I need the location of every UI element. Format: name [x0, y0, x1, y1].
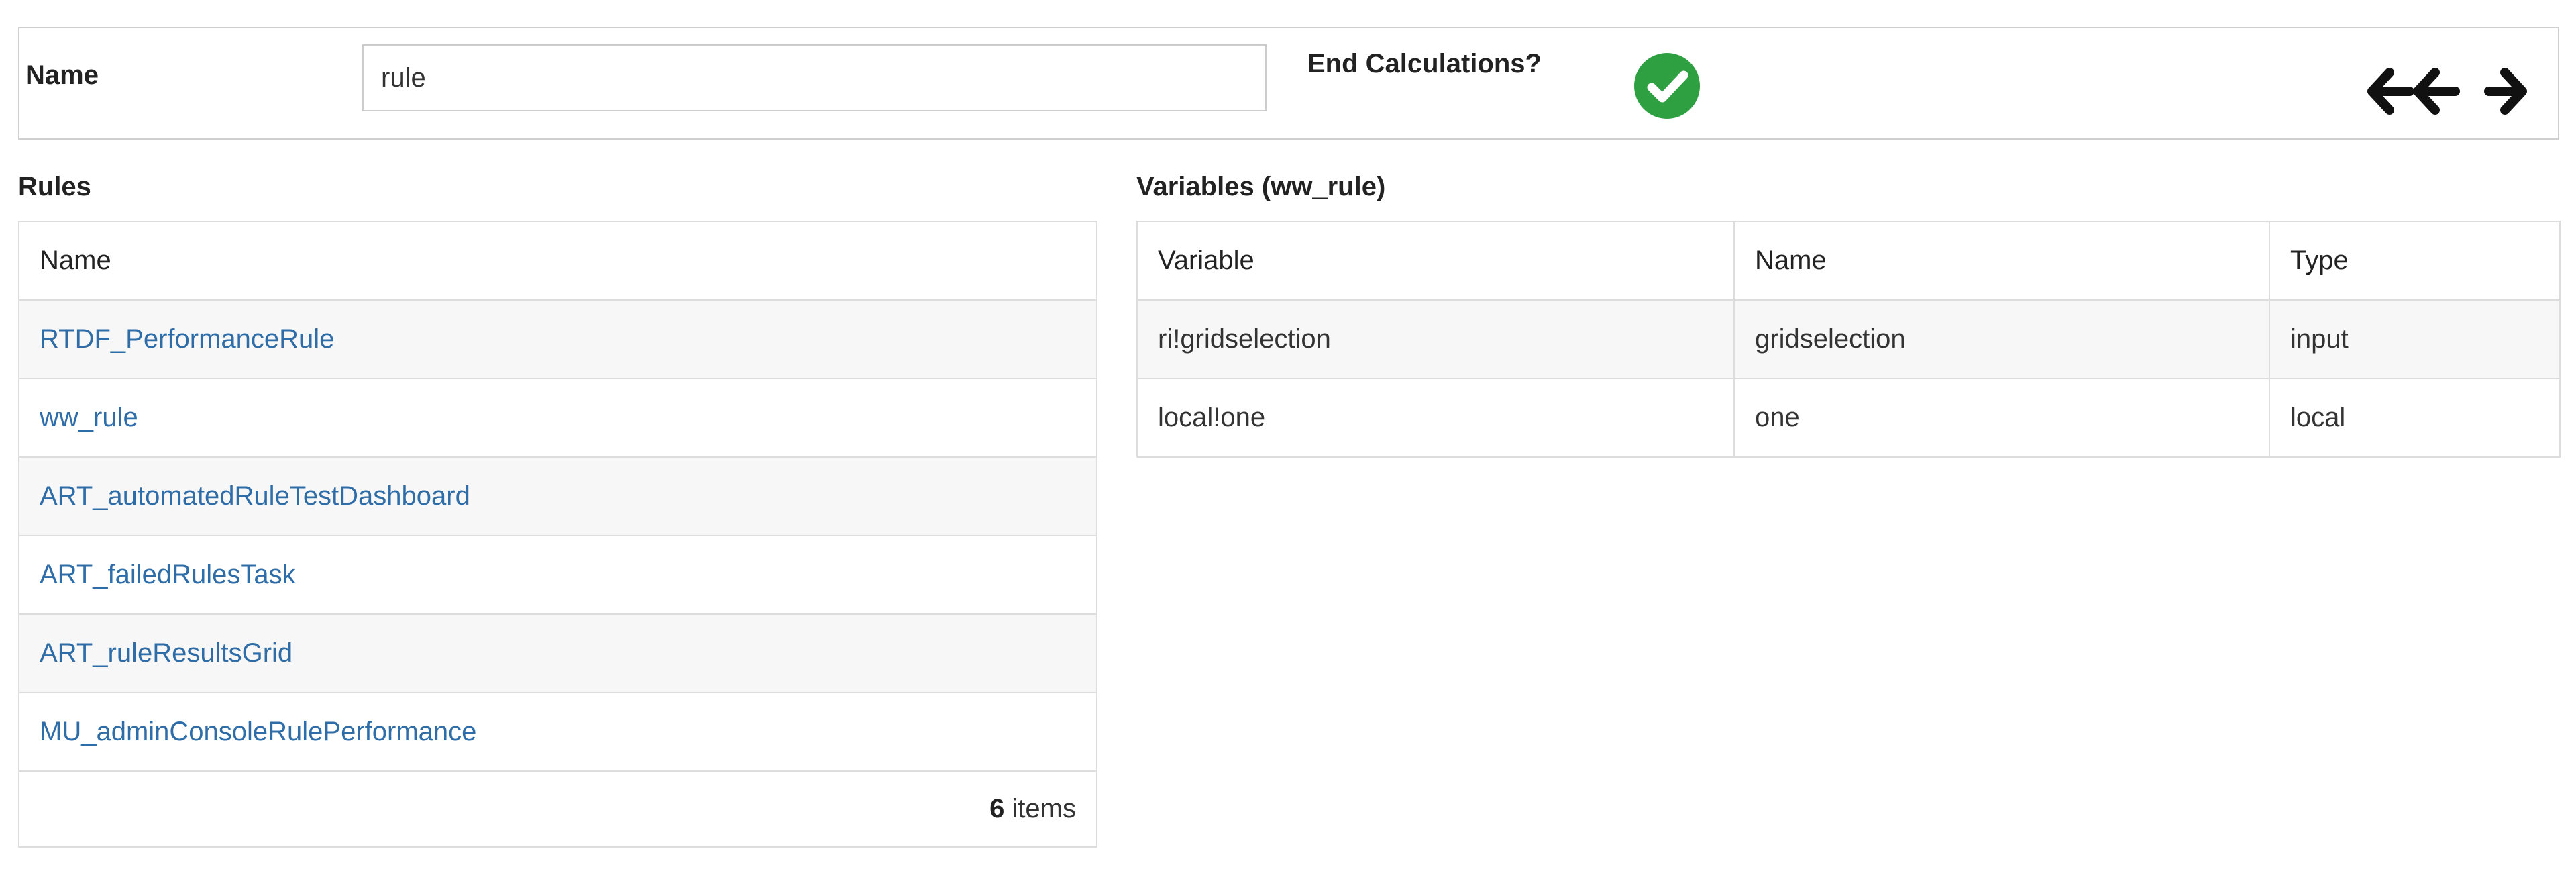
variable-cell: local!one [1137, 378, 1734, 458]
table-cell: ART_failedRulesTask [19, 535, 1097, 615]
table-row: ART_ruleResultsGrid [19, 613, 1097, 693]
grid-footer: 6 items [19, 770, 1097, 848]
rule-link[interactable]: ART_ruleResultsGrid [40, 638, 292, 668]
table-row: ART_failedRulesTask [19, 535, 1097, 615]
table-row: ri!gridselection gridselection input [1137, 299, 2560, 379]
rules-heading: Rules [18, 172, 91, 201]
variables-grid: Variable Name Type ri!gridselection grid… [1136, 221, 2561, 458]
rule-link[interactable]: ww_rule [40, 403, 138, 432]
table-row: MU_adminConsoleRulePerformance [19, 692, 1097, 772]
end-calculations-label: End Calculations? [1307, 49, 1542, 79]
item-count: 6 items [19, 770, 1097, 848]
name-label: Name [25, 60, 99, 90]
item-count-suffix: items [1004, 794, 1076, 824]
variable-type-cell: input [2269, 299, 2560, 379]
table-cell: RTDF_PerformanceRule [19, 299, 1097, 379]
table-cell: ART_ruleResultsGrid [19, 613, 1097, 693]
column-header-type[interactable]: Type [2269, 221, 2560, 301]
table-row: ww_rule [19, 378, 1097, 458]
check-circle-icon [1634, 53, 1700, 119]
table-cell: ww_rule [19, 378, 1097, 458]
table-cell: MU_adminConsoleRulePerformance [19, 692, 1097, 772]
variable-name-cell: one [1733, 378, 2269, 458]
variable-type-cell: local [2269, 378, 2560, 458]
variables-heading: Variables (ww_rule) [1136, 172, 1386, 201]
table-row: RTDF_PerformanceRule [19, 299, 1097, 379]
variable-cell: ri!gridselection [1137, 299, 1734, 379]
name-input[interactable] [362, 44, 1267, 111]
column-header-name[interactable]: Name [19, 221, 1097, 301]
arrow-right-icon[interactable] [2483, 67, 2528, 115]
rule-link[interactable]: ART_failedRulesTask [40, 560, 296, 589]
rule-link[interactable]: RTDF_PerformanceRule [40, 324, 334, 354]
table-cell: ART_automatedRuleTestDashboard [19, 456, 1097, 536]
rule-link[interactable]: ART_automatedRuleTestDashboard [40, 481, 470, 511]
double-arrow-left-icon[interactable] [2367, 67, 2461, 115]
item-count-number: 6 [989, 794, 1005, 824]
rules-grid: Name RTDF_PerformanceRule ww_rule ART_au… [18, 221, 1097, 848]
column-header-variable[interactable]: Variable [1137, 221, 1734, 301]
variable-name-cell: gridselection [1733, 299, 2269, 379]
table-row: local!one one local [1137, 378, 2560, 458]
rule-link[interactable]: MU_adminConsoleRulePerformance [40, 717, 476, 746]
column-header-name[interactable]: Name [1733, 221, 2269, 301]
table-row: ART_automatedRuleTestDashboard [19, 456, 1097, 536]
